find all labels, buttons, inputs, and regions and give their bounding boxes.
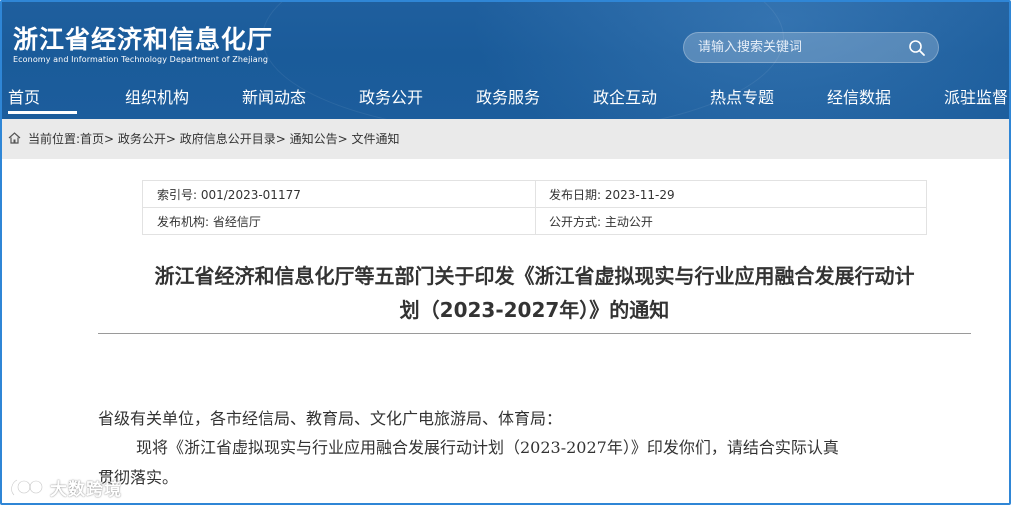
document-title-line: 划（2023-2027年）》的通知: [399, 298, 670, 322]
document-title-line: 浙江省经济和信息化厅等五部门关于印发《浙江省虚拟现实与行业应用融合发展行动计: [154, 264, 915, 288]
title-divider: [98, 333, 971, 334]
body-paragraph: 现将《浙江省虚拟现实与行业应用融合发展行动计划（2023-2027年）》印发你们…: [136, 438, 839, 457]
publisher: 发布机构: 省经信厅: [157, 215, 261, 229]
breadcrumb-text[interactable]: 当前位置:首页> 政务公开> 政府信息公开目录> 通知公告> 文件通知: [28, 130, 400, 147]
search-icon[interactable]: [908, 39, 926, 57]
nav-item-organization[interactable]: 组织机构: [125, 86, 189, 114]
disclosure-method: 公开方式: 主动公开: [549, 215, 653, 229]
nav-item-interaction[interactable]: 政企互动: [593, 86, 657, 114]
nav-item-topics[interactable]: 热点专题: [710, 86, 774, 114]
home-icon: [8, 132, 21, 144]
main-nav: 首页 组织机构 新闻动态 政务公开 政务服务 政企互动 热点专题 经信数据 派驻…: [2, 82, 1009, 116]
site-header: 浙江省经济和信息化厅 Economy and Information Techn…: [2, 2, 1009, 119]
document-title: 浙江省经济和信息化厅等五部门关于印发《浙江省虚拟现实与行业应用融合发展行动计 划…: [98, 259, 971, 327]
site-subtitle: Economy and Information Technology Depar…: [13, 55, 269, 64]
nav-item-home[interactable]: 首页: [8, 86, 77, 114]
watermark-logo-icon: [10, 478, 44, 497]
search-input[interactable]: [698, 33, 898, 62]
nav-item-supervision[interactable]: 派驻监督: [944, 86, 1008, 114]
index-number: 索引号: 001/2023-01177: [157, 188, 301, 202]
publish-date: 发布日期: 2023-11-29: [549, 188, 675, 202]
document-info-table: 索引号: 001/2023-01177 发布日期: 2023-11-29 发布机…: [142, 180, 927, 235]
nav-item-news[interactable]: 新闻动态: [242, 86, 306, 114]
page-frame: 浙江省经济和信息化厅 Economy and Information Techn…: [0, 0, 1011, 505]
watermark-text: 大数跨境: [50, 479, 122, 500]
nav-item-public-affairs[interactable]: 政务公开: [359, 86, 423, 114]
salutation: 省级有关单位，各市经信局、教育局、文化广电旅游局、体育局：: [98, 409, 563, 428]
breadcrumb: 当前位置:首页> 政务公开> 政府信息公开目录> 通知公告> 文件通知: [2, 119, 1009, 159]
site-title[interactable]: 浙江省经济和信息化厅: [13, 20, 273, 56]
nav-item-data[interactable]: 经信数据: [827, 86, 891, 114]
nav-item-services[interactable]: 政务服务: [476, 86, 540, 114]
table-divider: [143, 207, 926, 208]
watermark: 大数跨境: [8, 474, 122, 500]
search-box: [683, 32, 939, 63]
